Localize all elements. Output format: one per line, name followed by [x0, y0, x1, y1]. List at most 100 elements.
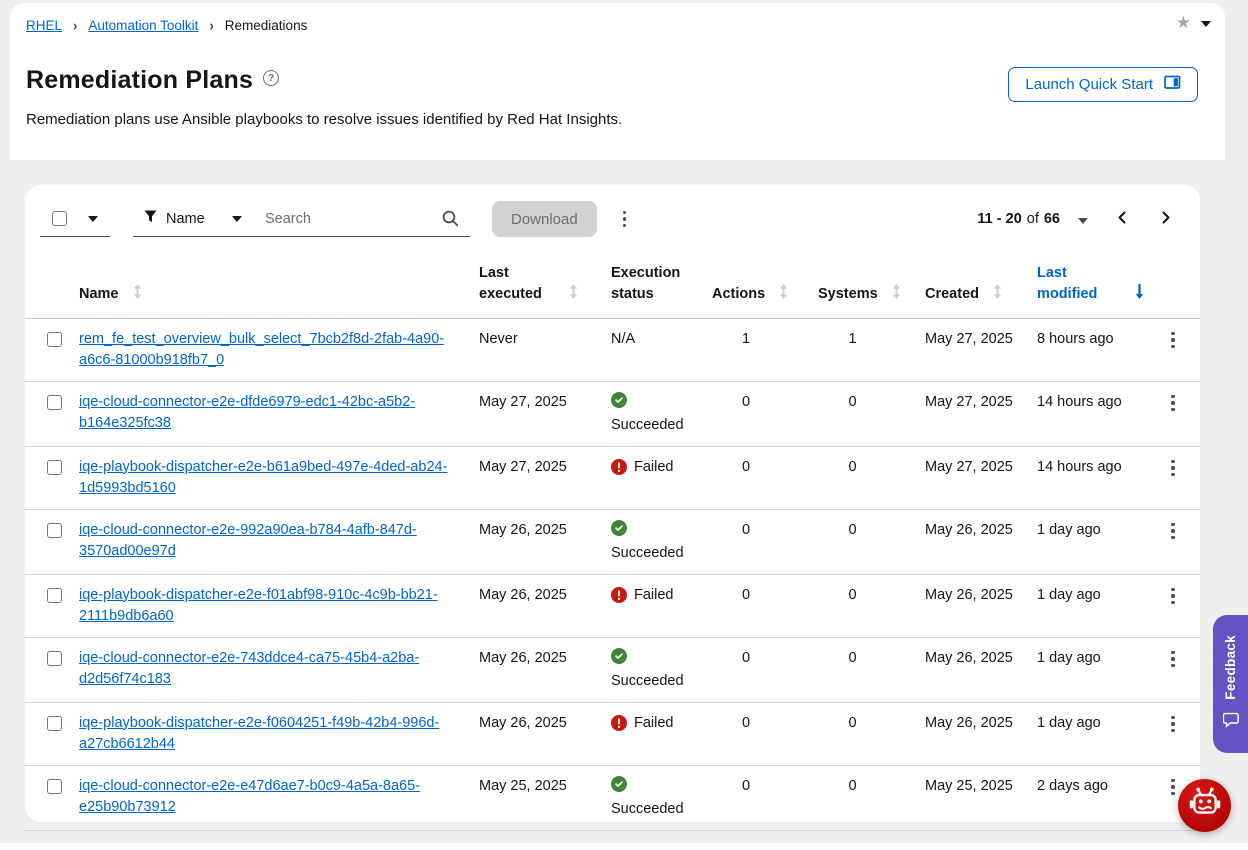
breadcrumb-link-rhel[interactable]: RHEL — [26, 18, 62, 33]
failed-exclamation-icon — [611, 715, 627, 731]
breadcrumb-link-automation-toolkit[interactable]: Automation Toolkit — [88, 18, 198, 33]
actions-count-cell: 1 — [712, 318, 818, 381]
row-kebab-menu-icon[interactable] — [1163, 455, 1183, 482]
sort-icon[interactable] — [992, 284, 1003, 303]
launch-quick-start-button[interactable]: Launch Quick Start — [1008, 67, 1198, 102]
select-column-header — [25, 237, 79, 318]
remediation-plans-table: NameLast executedExecution statusActions… — [25, 237, 1200, 831]
window-controls: ★ — [1176, 12, 1211, 32]
breadcrumb-separator-icon: › — [73, 17, 77, 34]
pagination-prev-button[interactable] — [1112, 207, 1133, 231]
success-check-icon — [611, 392, 702, 408]
virtual-assistant-button[interactable] — [1178, 779, 1231, 832]
table-toolbar: Name Download 11 - 20 of 66 — [25, 185, 1200, 237]
favorite-star-icon[interactable]: ★ — [1176, 14, 1191, 31]
systems-count-cell: 0 — [818, 381, 925, 446]
execution-status-cell: Failed — [611, 702, 712, 765]
column-label: Last executed — [479, 263, 555, 305]
row-kebab-menu-icon[interactable] — [1163, 327, 1183, 354]
column-header-created[interactable]: Created — [925, 237, 1037, 318]
failed-exclamation-icon — [611, 459, 627, 475]
help-question-icon[interactable]: ? — [263, 70, 279, 86]
pagination-caret-icon[interactable] — [1078, 210, 1088, 228]
launch-quick-start-label: Launch Quick Start — [1025, 76, 1153, 93]
toolbar-kebab-menu-icon[interactable] — [615, 206, 635, 233]
download-button[interactable]: Download — [492, 201, 597, 237]
table-row: iqe-playbook-dispatcher-e2e-f01abf98-910… — [25, 574, 1200, 637]
bulk-select-toggle[interactable] — [40, 201, 110, 237]
breadcrumb-separator-icon: › — [209, 17, 213, 34]
column-header-actions[interactable]: Actions — [712, 237, 818, 318]
status-label: Failed — [634, 585, 674, 606]
bulk-select-checkbox[interactable] — [52, 211, 67, 226]
created-date-cell: May 27, 2025 — [925, 318, 1037, 381]
execution-status-cell: Failed — [611, 446, 712, 509]
row-checkbox[interactable] — [47, 523, 62, 538]
actions-count-cell: 0 — [712, 446, 818, 509]
created-date-cell: May 26, 2025 — [925, 574, 1037, 637]
sort-icon[interactable] — [778, 284, 789, 303]
pagination-range: 11 - 20 — [977, 211, 1021, 227]
row-checkbox[interactable] — [47, 779, 62, 794]
plan-name-link[interactable]: iqe-playbook-dispatcher-e2e-f01abf98-910… — [79, 587, 438, 624]
sort-icon[interactable] — [891, 284, 902, 303]
row-checkbox[interactable] — [47, 395, 62, 410]
row-kebab-menu-icon[interactable] — [1163, 646, 1183, 673]
header-menu-caret-icon[interactable] — [1201, 12, 1211, 32]
plan-name-link[interactable]: rem_fe_test_overview_bulk_select_7bcb2f8… — [79, 331, 444, 368]
last-executed-cell: May 26, 2025 — [479, 637, 611, 702]
table-row: iqe-playbook-dispatcher-e2e-b61a9bed-497… — [25, 446, 1200, 509]
sort-icon[interactable] — [568, 284, 579, 303]
row-kebab-menu-icon[interactable] — [1163, 583, 1183, 610]
last-executed-cell: May 26, 2025 — [479, 509, 611, 574]
feedback-button[interactable]: Feedback — [1213, 615, 1248, 753]
column-header-last-executed[interactable]: Last executed — [479, 237, 611, 318]
search-input[interactable] — [253, 201, 470, 236]
systems-count-cell: 1 — [818, 318, 925, 381]
status-label: Failed — [634, 713, 674, 734]
column-header-name[interactable]: Name — [79, 237, 479, 318]
row-checkbox[interactable] — [47, 460, 62, 475]
execution-status-cell: Succeeded — [611, 381, 712, 446]
last-executed-cell: Never — [479, 318, 611, 381]
last-executed-cell: May 25, 2025 — [479, 765, 611, 830]
row-checkbox[interactable] — [47, 588, 62, 603]
plan-name-link[interactable]: iqe-playbook-dispatcher-e2e-b61a9bed-497… — [79, 459, 447, 496]
systems-count-cell: 0 — [818, 765, 925, 830]
search-icon[interactable] — [442, 210, 459, 232]
column-header-systems[interactable]: Systems — [818, 237, 925, 318]
column-label: Actions — [712, 284, 765, 305]
plan-name-link[interactable]: iqe-cloud-connector-e2e-dfde6979-edc1-42… — [79, 394, 415, 431]
breadcrumb: RHEL › Automation Toolkit › Remediations — [26, 18, 1209, 33]
filter-group: Name — [133, 201, 470, 237]
filter-column-dropdown[interactable]: Name — [133, 201, 253, 236]
filter-caret-icon — [232, 216, 242, 222]
row-checkbox[interactable] — [47, 332, 62, 347]
sort-icon[interactable] — [132, 284, 143, 303]
plan-name-link[interactable]: iqe-cloud-connector-e2e-743ddce4-ca75-45… — [79, 650, 419, 687]
row-kebab-menu-icon[interactable] — [1163, 711, 1183, 738]
systems-count-cell: 0 — [818, 702, 925, 765]
breadcrumb-current-remediations: Remediations — [225, 18, 308, 33]
last-executed-cell: May 27, 2025 — [479, 446, 611, 509]
systems-count-cell: 0 — [818, 509, 925, 574]
page-description: Remediation plans use Ansible playbooks … — [26, 111, 1209, 128]
execution-status-cell: Succeeded — [611, 509, 712, 574]
row-kebab-menu-icon[interactable] — [1163, 390, 1183, 417]
row-checkbox[interactable] — [47, 651, 62, 666]
column-header-last-modified[interactable]: Last modified — [1037, 237, 1163, 318]
row-kebab-menu-icon[interactable] — [1163, 518, 1183, 545]
column-label: Last modified — [1037, 263, 1109, 305]
created-date-cell: May 26, 2025 — [925, 702, 1037, 765]
status-label: Succeeded — [611, 417, 684, 433]
row-checkbox[interactable] — [47, 716, 62, 731]
plan-name-link[interactable]: iqe-cloud-connector-e2e-992a90ea-b784-4a… — [79, 522, 417, 559]
plan-name-link[interactable]: iqe-playbook-dispatcher-e2e-f0604251-f49… — [79, 715, 439, 752]
bulk-select-caret-icon — [88, 216, 98, 222]
execution-status-cell: Succeeded — [611, 765, 712, 830]
sort-desc-icon[interactable] — [1134, 284, 1145, 303]
filter-selected-label: Name — [166, 211, 205, 227]
plan-name-link[interactable]: iqe-cloud-connector-e2e-e47d6ae7-b0c9-4a… — [79, 778, 420, 815]
quick-start-panel-icon — [1164, 75, 1181, 94]
pagination-next-button[interactable] — [1155, 207, 1176, 231]
